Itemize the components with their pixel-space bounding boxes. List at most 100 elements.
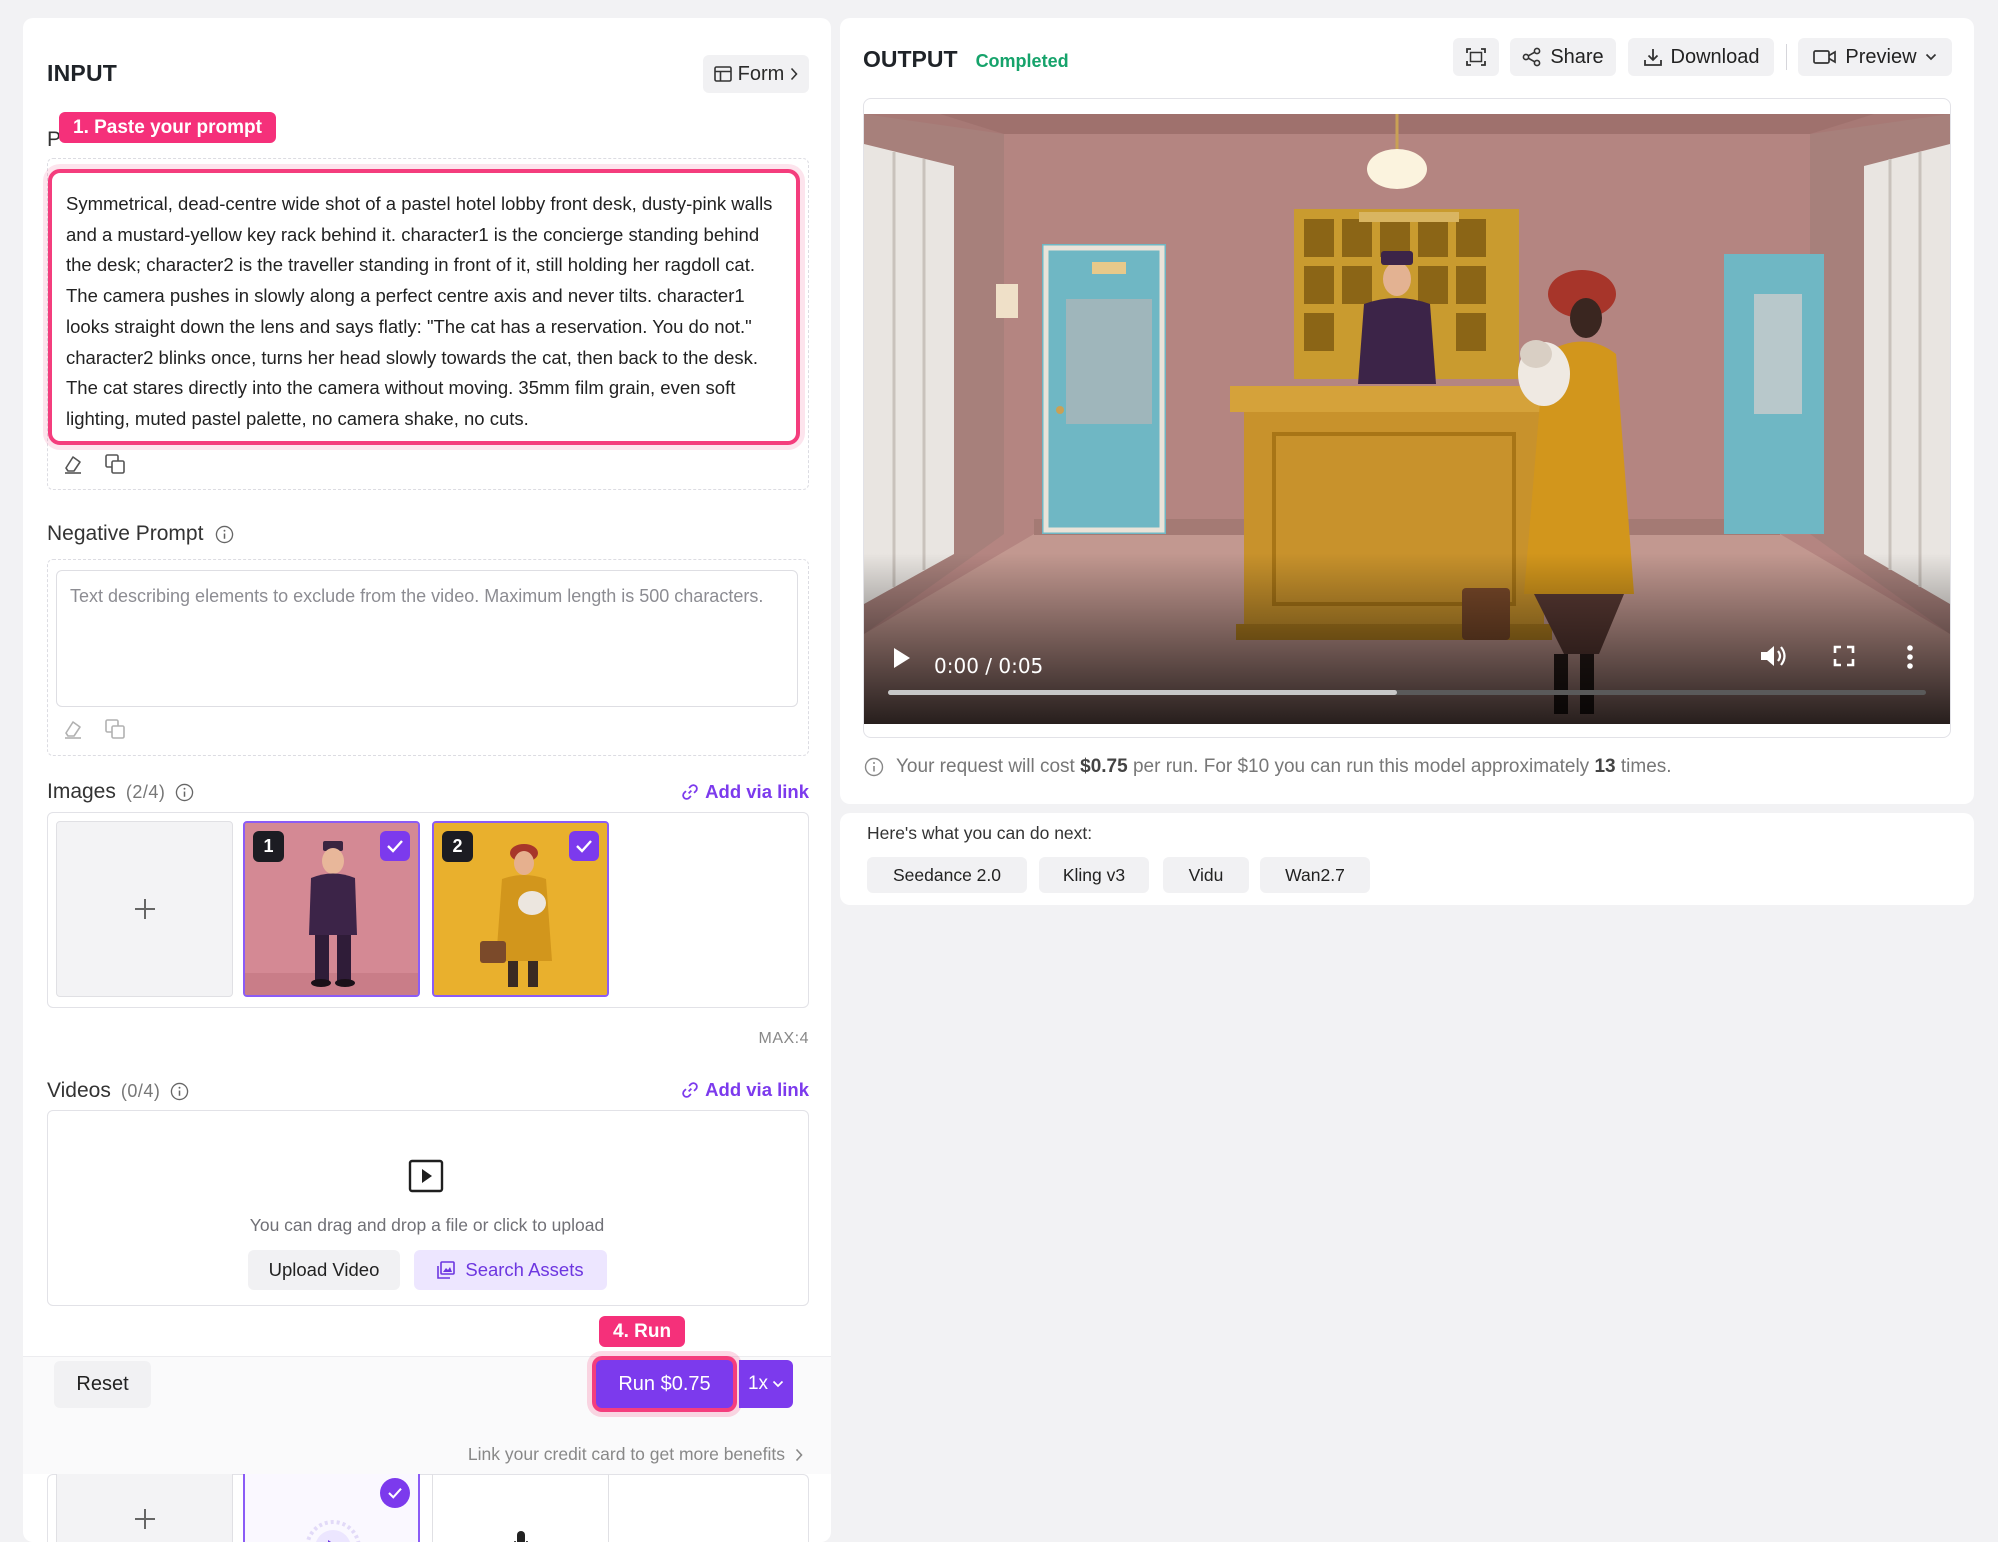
output-panel: OUTPUT Completed Share Download Preview: [840, 18, 1974, 804]
microphone-icon: [513, 1530, 529, 1542]
multiplier-value: 1x: [747, 1373, 769, 1394]
video-file-icon: [408, 1159, 444, 1193]
next-steps-panel: Here's what you can do next: Seedance 2.…: [840, 813, 1974, 905]
next-steps-title: Here's what you can do next:: [867, 823, 1093, 843]
plus-icon: [132, 896, 158, 922]
play-circle-icon: [303, 1518, 363, 1542]
share-button[interactable]: Share: [1510, 38, 1616, 76]
more-options-icon[interactable]: [1904, 644, 1916, 670]
videos-heading: Videos (0/4): [47, 1079, 189, 1103]
videos-add-via-link[interactable]: Add via link: [681, 1079, 809, 1101]
toolbar-divider: [1786, 44, 1787, 70]
info-icon[interactable]: [215, 525, 234, 544]
volume-icon[interactable]: [1758, 642, 1788, 670]
check-icon[interactable]: [569, 831, 599, 861]
credit-card-link-label: Link your credit card to get more benefi…: [467, 1444, 785, 1464]
model-chip-wan[interactable]: Wan2.7: [1260, 857, 1370, 893]
fullscreen-icon[interactable]: [1832, 644, 1856, 668]
cost-suffix: times.: [1620, 756, 1672, 777]
chevron-right-icon: [795, 1448, 803, 1462]
add-media-button[interactable]: [56, 1474, 233, 1542]
chevron-down-icon: [1925, 53, 1937, 61]
video-time: 0:00 / 0:05: [934, 654, 1044, 678]
images-count: (2/4): [125, 781, 166, 802]
prompt-tools: [62, 453, 126, 475]
form-toggle-button[interactable]: Form: [703, 55, 809, 93]
media-thumbnail[interactable]: [243, 1474, 420, 1542]
run-button[interactable]: Run $0.75: [596, 1360, 733, 1408]
preview-label: Preview: [1845, 45, 1917, 68]
negative-prompt-label: Negative Prompt: [47, 522, 204, 545]
reset-button[interactable]: Reset: [54, 1361, 151, 1408]
image-number-badge: 2: [442, 831, 473, 862]
check-icon[interactable]: [380, 831, 410, 861]
video-camera-icon: [1813, 49, 1837, 65]
images-label: Images: [47, 780, 116, 803]
images-heading: Images (2/4): [47, 780, 194, 804]
eraser-icon[interactable]: [62, 718, 84, 740]
model-chip-seedance[interactable]: Seedance 2.0: [867, 857, 1027, 893]
video-progress-track[interactable]: [888, 690, 1926, 695]
gallery-icon: [437, 1261, 456, 1279]
videos-count: (0/4): [120, 1080, 161, 1101]
expand-icon: [1465, 47, 1487, 67]
table-icon: [713, 66, 732, 82]
paste-prompt-badge: 1. Paste your prompt: [59, 112, 276, 143]
cost-text: Your request will cost $0.75 per run. Fo…: [896, 756, 1672, 778]
negative-prompt-textarea[interactable]: Text describing elements to exclude from…: [56, 570, 798, 707]
cost-mid: per run. For $10 you can run this model …: [1132, 756, 1590, 777]
audio-tile[interactable]: [432, 1474, 609, 1542]
chevron-down-icon: [772, 1380, 784, 1388]
add-via-link-label: Add via link: [705, 781, 809, 802]
input-panel: INPUT Form P 1. Paste your prompt Symmet…: [23, 18, 831, 1542]
images-add-via-link[interactable]: Add via link: [681, 781, 809, 803]
prompt-textarea[interactable]: Symmetrical, dead-centre wide shot of a …: [48, 169, 800, 445]
search-assets-button[interactable]: Search Assets: [414, 1250, 607, 1290]
status-badge: Completed: [975, 51, 1069, 71]
form-toggle-label: Form: [737, 62, 785, 85]
output-heading: OUTPUT Completed: [863, 46, 1069, 73]
eraser-icon[interactable]: [62, 453, 84, 475]
image-thumbnail-2[interactable]: 2: [432, 821, 609, 997]
link-icon: [681, 783, 699, 801]
download-label: Download: [1670, 45, 1760, 68]
fullscreen-button[interactable]: [1453, 38, 1499, 76]
negative-prompt-heading: Negative Prompt: [47, 522, 234, 546]
image-number-badge: 1: [253, 831, 284, 862]
cost-prefix: Your request will cost: [896, 756, 1075, 777]
input-title: INPUT: [47, 60, 117, 86]
share-icon: [1522, 47, 1542, 67]
chevron-right-icon: [790, 67, 798, 81]
video-progress-fill: [888, 690, 1397, 695]
link-icon: [681, 1081, 699, 1099]
image-thumbnail-1[interactable]: 1: [243, 821, 420, 997]
run-multiplier-select[interactable]: 1x: [739, 1360, 793, 1408]
copy-icon[interactable]: [104, 718, 126, 740]
images-max-label: MAX:4: [758, 1030, 809, 1047]
cost-times: 13: [1594, 756, 1616, 777]
video-frame-image: [864, 114, 1950, 724]
run-step-badge: 4. Run: [599, 1316, 686, 1347]
info-icon[interactable]: [175, 783, 194, 802]
add-via-link-label: Add via link: [705, 1079, 809, 1100]
cost-value: $0.75: [1080, 756, 1128, 777]
search-assets-label: Search Assets: [465, 1259, 584, 1280]
info-icon[interactable]: [170, 1082, 189, 1101]
copy-icon[interactable]: [104, 453, 126, 475]
videos-label: Videos: [47, 1079, 111, 1102]
negative-tools: [62, 718, 126, 740]
info-icon: [864, 757, 884, 777]
upload-video-button[interactable]: Upload Video: [248, 1250, 400, 1290]
preview-select[interactable]: Preview: [1798, 38, 1952, 76]
output-title: OUTPUT: [863, 46, 958, 72]
video-player[interactable]: 0:00 / 0:05: [864, 114, 1950, 724]
model-chip-vidu[interactable]: Vidu: [1163, 857, 1249, 893]
share-label: Share: [1550, 45, 1604, 68]
check-icon[interactable]: [380, 1478, 410, 1508]
play-icon[interactable]: [888, 644, 914, 672]
download-button[interactable]: Download: [1628, 38, 1774, 76]
model-chip-kling[interactable]: Kling v3: [1039, 857, 1149, 893]
credit-card-link[interactable]: Link your credit card to get more benefi…: [468, 1444, 803, 1465]
cost-info: Your request will cost $0.75 per run. Fo…: [864, 756, 1672, 778]
add-image-button[interactable]: [56, 821, 233, 997]
